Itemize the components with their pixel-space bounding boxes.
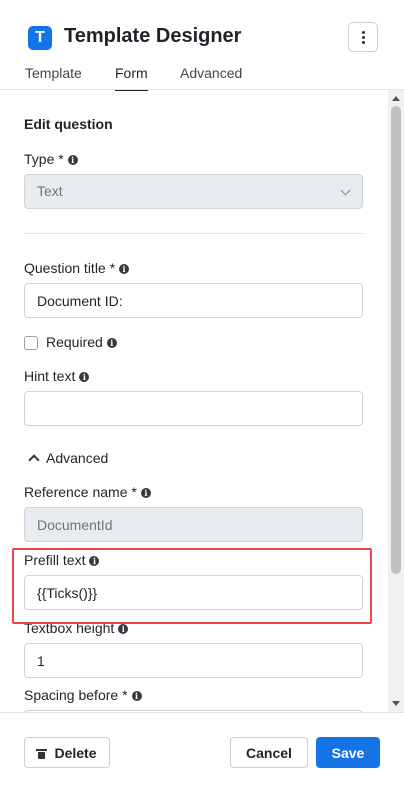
scroll-up-icon[interactable] [392,96,400,101]
type-label-text: Type * [24,151,64,167]
more-options-icon [362,41,365,44]
more-options-icon [362,31,365,34]
highlight-box [12,548,372,624]
reference-name-input[interactable] [24,507,363,542]
app-header: T Template Designer Template Form Advanc… [0,0,404,91]
question-title-label: Question title * i [24,260,130,276]
tab-template[interactable]: Template [25,65,82,89]
hint-text-input[interactable] [24,391,363,426]
footer-divider [0,712,404,713]
type-label: Type * i [24,151,78,167]
tab-form[interactable]: Form [115,65,148,91]
section-title: Edit question [24,116,113,132]
save-button[interactable]: Save [316,737,380,768]
more-options-button[interactable] [348,22,378,52]
required-label[interactable]: Required i [46,334,117,350]
type-select-value: Text [37,183,63,199]
cancel-button[interactable]: Cancel [230,737,308,768]
spacing-before-label-text: Spacing before * [24,687,128,703]
form-panel[interactable]: Edit question Type * i Text Question titl… [0,90,388,712]
trash-icon [36,749,48,759]
info-icon[interactable]: i [140,488,151,498]
info-icon[interactable]: i [119,264,130,274]
logo-icon: T [28,26,52,50]
reference-name-label: Reference name * i [24,484,151,500]
chevron-up-icon [28,454,40,466]
scroll-thumb[interactable] [391,106,401,574]
more-options-icon [362,36,365,39]
delete-label: Delete [54,745,97,761]
spacing-before-label: Spacing before * i [24,687,142,703]
tab-advanced[interactable]: Advanced [180,65,242,89]
required-checkbox[interactable] [24,336,38,350]
question-title-input[interactable] [24,283,363,318]
chevron-down-icon [340,185,351,196]
section-divider [24,233,363,234]
required-label-text: Required [46,334,103,350]
type-select[interactable]: Text [24,174,363,209]
textbox-height-input[interactable] [24,643,363,678]
info-icon[interactable]: i [118,624,129,634]
hint-text-label: Hint text i [24,368,90,384]
delete-button[interactable]: Delete [24,737,110,768]
info-icon[interactable]: i [131,691,142,701]
reference-name-label-text: Reference name * [24,484,137,500]
hint-text-label-text: Hint text [24,368,76,384]
info-icon[interactable]: i [106,338,117,348]
question-title-label-text: Question title * [24,260,116,276]
info-icon[interactable]: i [79,372,90,382]
info-icon[interactable]: i [67,155,78,165]
scroll-down-icon[interactable] [392,701,400,706]
advanced-toggle[interactable]: Advanced [46,450,108,466]
app-title: Template Designer [64,25,242,47]
scrollbar[interactable] [388,90,404,712]
